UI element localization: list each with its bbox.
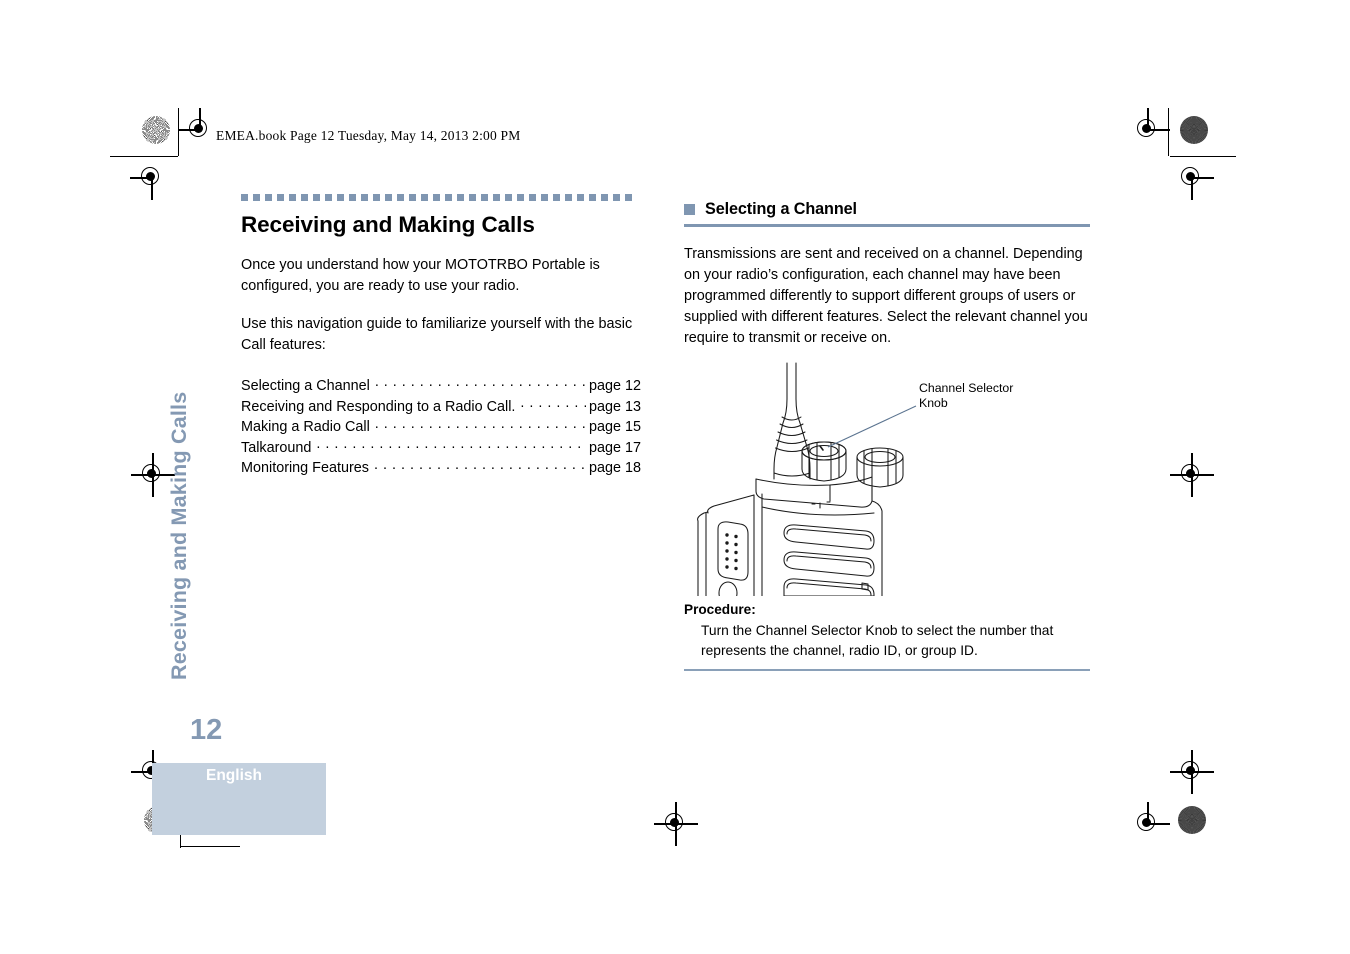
vertical-running-head: Receiving and Making Calls: [167, 380, 223, 680]
page-title: Receiving and Making Calls: [241, 212, 535, 237]
callout-label-line-2: Knob: [919, 396, 948, 411]
procedure-text: Turn the Channel Selector Knob to select…: [701, 623, 1054, 658]
list-item[interactable]: Talkaround page 17: [241, 438, 641, 459]
toc-leader-dots: [375, 376, 586, 390]
density-patch-bottom-right: [1178, 806, 1206, 834]
language-footer-box: English: [152, 763, 326, 835]
square-bullet-icon: [684, 204, 695, 215]
density-patch-top-right: [1180, 116, 1208, 144]
file-header-line: EMEA.book Page 12 Tuesday, May 14, 2013 …: [216, 128, 521, 143]
toc-entry-title: Talkaround: [241, 439, 312, 456]
procedure-label: Procedure:: [684, 602, 756, 618]
trim-line-top-left-vertical: [178, 108, 180, 156]
registration-mark-upper-left: [130, 156, 174, 200]
page-number: 12: [190, 714, 223, 746]
intro-paragraph-1: Once you understand how your MOTOTRBO Po…: [241, 257, 600, 294]
density-patch-top-left: [142, 116, 170, 144]
intro-paragraph-2: Use this navigation guide to familiarize…: [241, 316, 633, 353]
toc-leader-dots: [520, 397, 586, 411]
running-head-label: Receiving and Making Calls: [167, 391, 191, 680]
radio-figure: Channel Selector Knob: [684, 361, 1090, 597]
callout-leader-line: [827, 405, 917, 448]
registration-mark-bottom-center: [654, 802, 698, 846]
callout-label: Channel Selector Knob: [919, 381, 1013, 411]
radio-illustration-icon: [697, 362, 917, 597]
left-content-column: Receiving and Making Calls Once you unde…: [241, 194, 641, 479]
registration-mark-bottom-right-inner: [1126, 802, 1170, 846]
trim-line-top-right-vertical: [1168, 108, 1170, 156]
section-heading: Selecting a Channel: [684, 200, 1090, 219]
registration-mark-upper-right: [1170, 156, 1214, 200]
trim-line-bottom-left: [180, 846, 240, 848]
section-heading-rule: [684, 224, 1090, 228]
section-heading-label: Selecting a Channel: [705, 200, 857, 218]
registration-mark-right-middle: [1170, 453, 1214, 497]
toc-entry-page: page 18: [588, 460, 641, 477]
section-body-paragraph: Transmissions are sent and received on a…: [684, 246, 1088, 347]
toc-entry-title: Receiving and Responding to a Radio Call…: [241, 398, 516, 415]
table-of-contents: Selecting a Channel page 12 Receiving an…: [241, 376, 641, 479]
toc-leader-dots: [375, 417, 586, 431]
toc-leader-dots: [316, 438, 586, 452]
registration-mark-top-right-inner: [1126, 108, 1170, 152]
registration-mark-bottom-right: [1170, 750, 1214, 794]
chapter-dashed-rule: [241, 194, 637, 201]
trim-line-top-left: [110, 156, 178, 158]
toc-entry-title: Making a Radio Call: [241, 419, 370, 436]
trim-line-top-right: [1170, 156, 1236, 158]
callout-label-line-1: Channel Selector: [919, 381, 1014, 396]
toc-entry-page: page 13: [588, 398, 641, 415]
procedure-bottom-rule: [684, 669, 1090, 671]
toc-entry-page: page 15: [588, 419, 641, 436]
toc-entry-title: Selecting a Channel: [241, 378, 370, 394]
toc-entry-title: Monitoring Features: [241, 460, 369, 477]
toc-entry-page: page 12: [588, 378, 641, 394]
toc-entry-page: page 17: [588, 439, 641, 456]
list-item[interactable]: Making a Radio Call page 15: [241, 417, 641, 438]
list-item[interactable]: Receiving and Responding to a Radio Call…: [241, 397, 641, 418]
right-content-column: Selecting a Channel Transmissions are se…: [684, 200, 1090, 671]
list-item[interactable]: Selecting a Channel page 12: [241, 376, 641, 397]
language-label: English: [206, 767, 262, 784]
toc-leader-dots: [374, 458, 586, 472]
list-item[interactable]: Monitoring Features page 18: [241, 458, 641, 479]
